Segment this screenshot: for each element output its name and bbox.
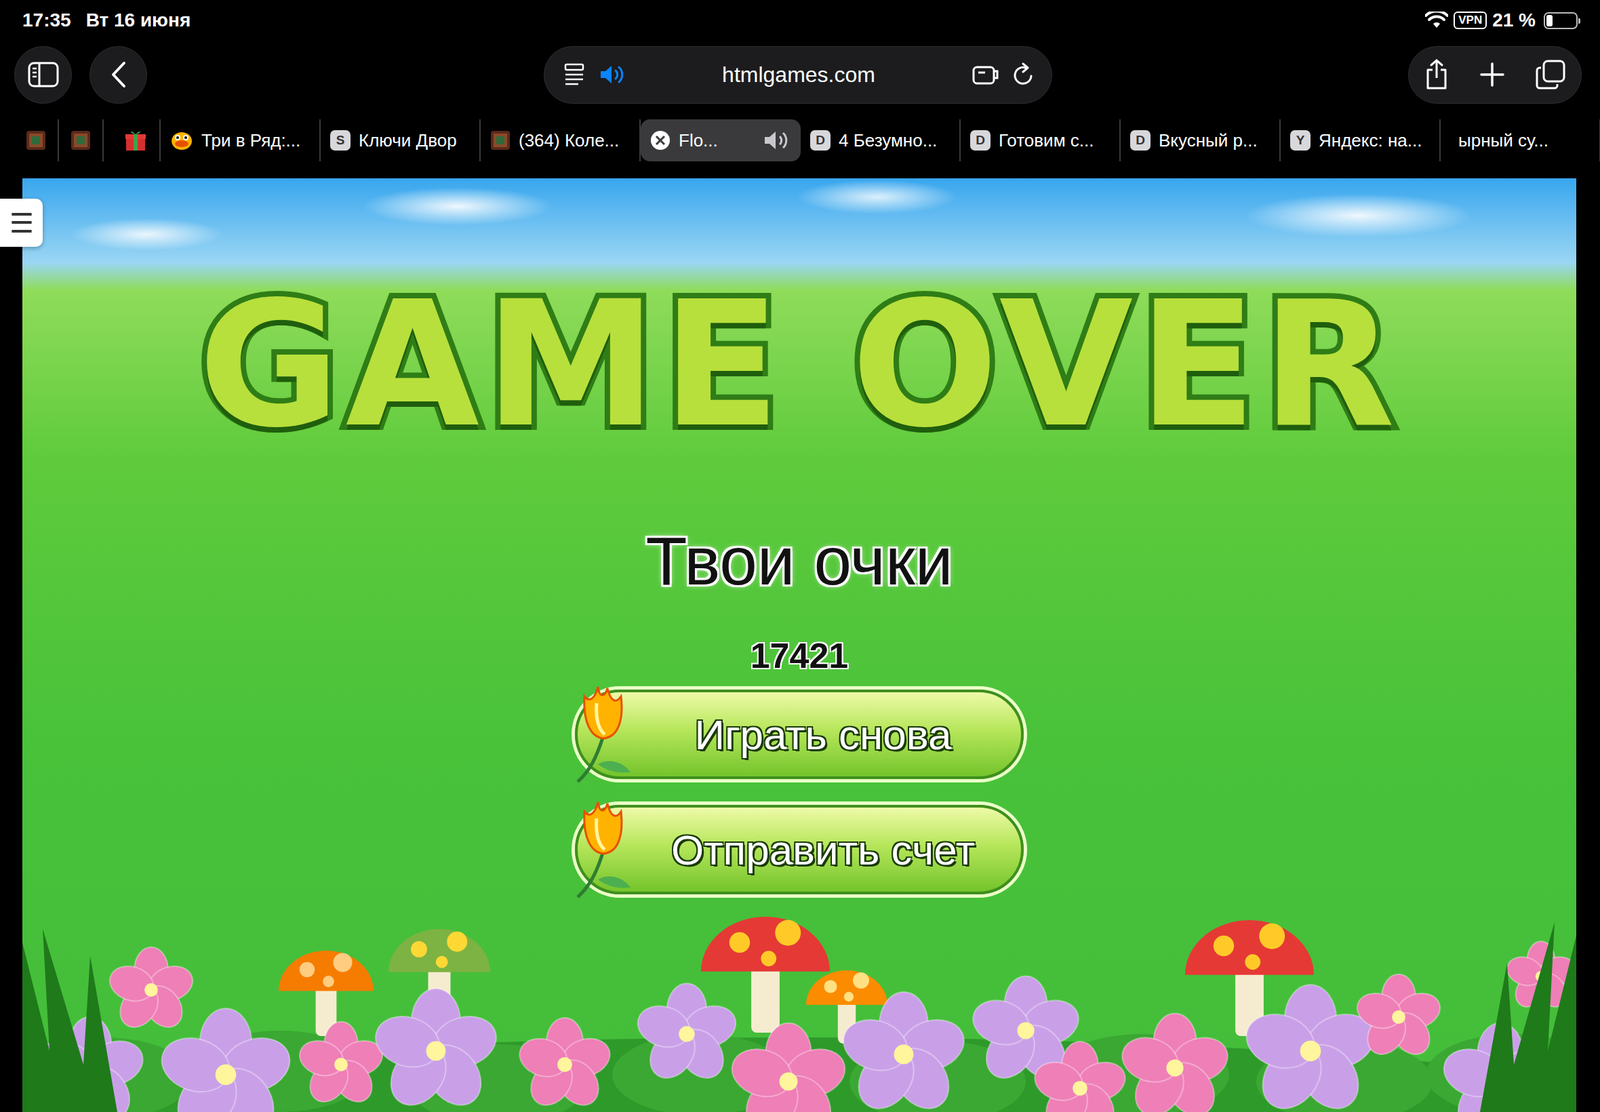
game-over-title: GAME OVER [197,269,1400,460]
back-button[interactable] [89,46,148,104]
favicon-icon [70,130,91,151]
reload-icon[interactable] [1012,62,1036,87]
browser-tab[interactable]: S Ключи Двор [320,119,481,162]
status-bar: 17:35 Вт 16 июня VPN 21 % [0,0,1600,41]
tab-label[interactable]: Готовим с... [998,127,1110,154]
game-canvas[interactable]: GAME OVER Твои очки 17421 Играть снова Отпра… [22,178,1577,1112]
tab-label[interactable]: Яндекс: на... [1318,127,1430,154]
vpn-badge: VPN [1453,11,1487,30]
favicon-letter: S [330,130,351,151]
toolbar-left [14,46,544,104]
score-value: 17421 [750,633,849,678]
game-menu-button[interactable]: ☰ [0,198,43,247]
browser-tab[interactable]: D 4 Безумно... [800,119,961,162]
favicon-letter: D [1130,130,1151,151]
tab-label[interactable]: Flo... [678,127,755,154]
browser-tab[interactable]: ырный су... [1440,119,1600,162]
tab-speaker-icon[interactable] [762,129,790,152]
status-left: 17:35 Вт 16 июня [22,6,191,35]
browser-tab[interactable] [111,119,161,162]
tulip-icon [569,682,638,785]
game-buttons: Играть снова Отправить счет [574,689,1024,895]
battery-icon [1543,12,1578,30]
page-menu-icon[interactable] [563,63,586,87]
browser-toolbar: htmlgames.com [0,40,1600,109]
address-text[interactable]: htmlgames.com [639,58,958,91]
share-icon[interactable] [1424,58,1449,91]
button-label[interactable]: Отправить счет [671,818,975,882]
plus-icon[interactable] [1479,61,1506,88]
button-label[interactable]: Играть снова [694,703,952,767]
tab-label[interactable]: Три в Ряд:... [201,127,310,154]
tab-label[interactable]: ырный су... [1458,127,1590,154]
sidebar-icon [27,61,59,88]
submit-score-button[interactable]: Отправить счет [574,804,1024,895]
browser-tab[interactable] [14,119,59,162]
tab-label[interactable]: (364) Коле... [518,127,630,154]
toolbar-right [1408,46,1582,104]
sidebar-button[interactable] [14,46,72,104]
browser-tab[interactable]: Flo... [640,119,801,162]
status-right: VPN 21 % [1425,6,1578,35]
tab-label[interactable]: Вкусный р... [1158,127,1270,154]
close-tab-icon[interactable] [650,130,671,151]
wifi-icon [1425,11,1449,30]
tabs-overview-icon[interactable] [1535,59,1566,90]
play-again-button[interactable]: Играть снова [574,689,1024,779]
bird-icon [170,128,194,152]
extension-icon[interactable] [971,63,999,87]
tulip-icon [569,797,638,900]
battery-fill [1546,14,1553,27]
browser-tab[interactable] [58,119,104,162]
clock: 17:35 [22,6,72,35]
browser-tab[interactable]: (364) Коле... [480,119,641,162]
address-bar[interactable]: htmlgames.com [543,46,1053,104]
favicon-icon [25,130,47,151]
browser-tab[interactable]: Y Яндекс: на... [1280,119,1441,162]
speaker-icon[interactable] [598,63,626,86]
favicon-letter: Y [1290,130,1311,151]
score-label: Твои очки [645,520,953,602]
favicon-icon [490,130,511,151]
date: Вт 16 июня [86,6,192,35]
tab-label[interactable]: 4 Безумно... [838,127,950,154]
tab-label[interactable]: Ключи Двор [358,127,470,154]
flower-meadow [22,915,1577,1112]
favicon-letter: D [810,130,831,151]
back-chevron-icon [110,61,127,89]
gift-icon [124,128,148,152]
browser-tab[interactable]: Три в Ряд:... [160,119,321,162]
browser-tab[interactable]: D Вкусный р... [1120,119,1281,162]
browser-tab[interactable]: D Готовим с... [960,119,1121,162]
favicon-letter: D [970,130,991,151]
tab-bar: Три в Ряд:... S Ключи Двор (364) Коле... Flo… [0,117,1600,164]
battery-percent: 21 % [1492,6,1536,35]
